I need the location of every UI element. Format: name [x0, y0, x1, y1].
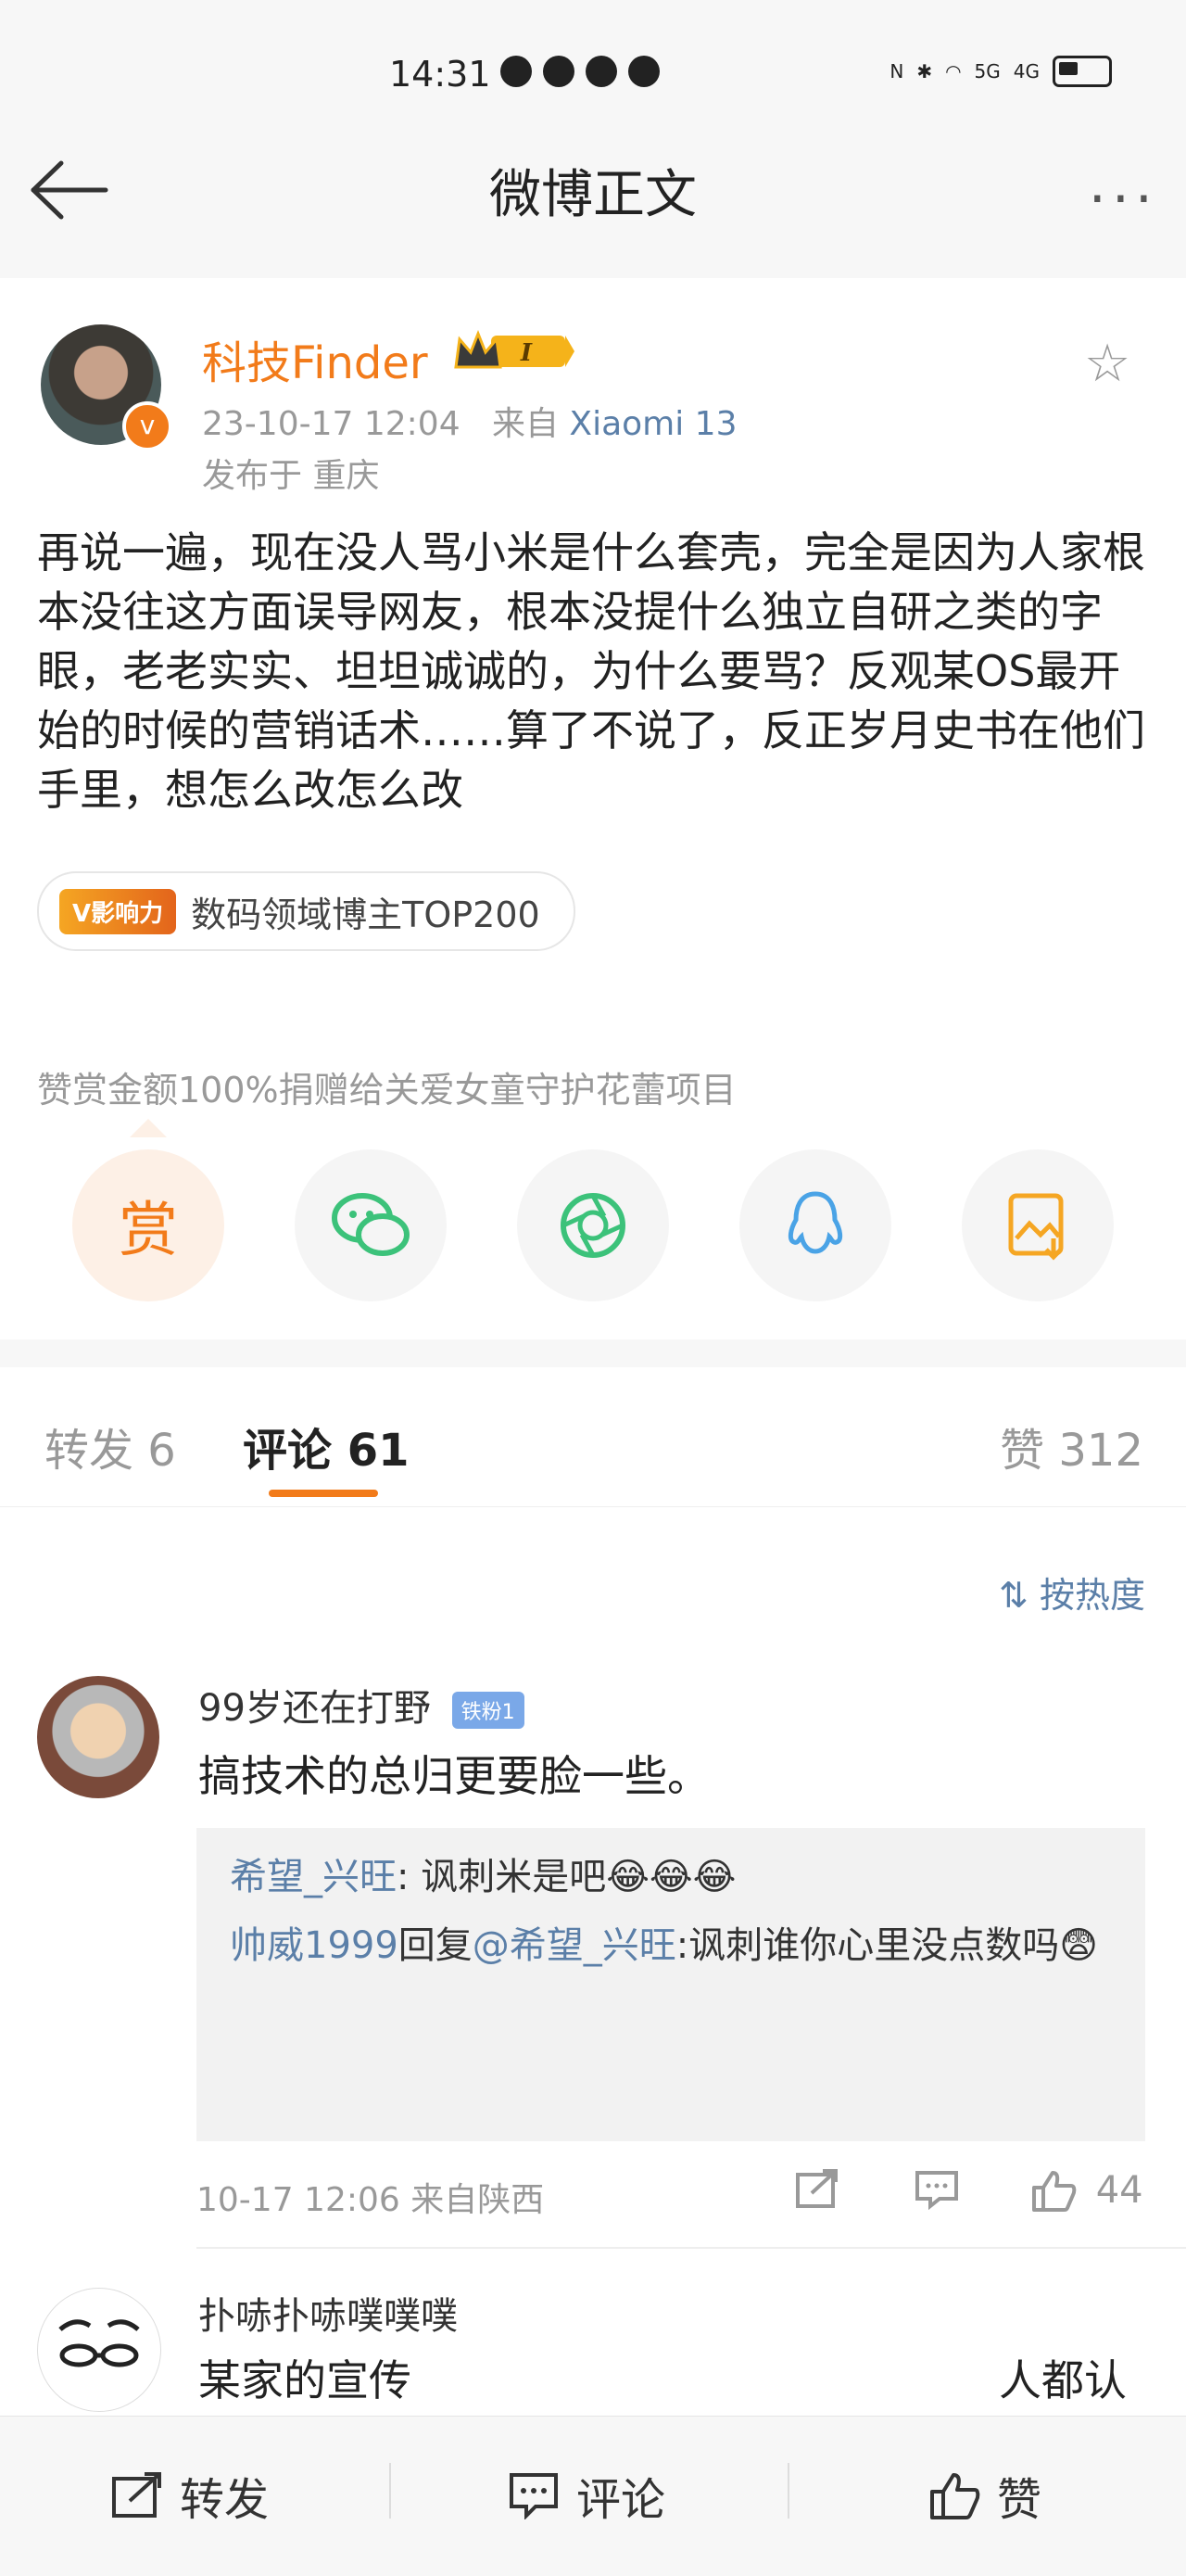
post-timestamp: 23-10-17 12:04 [202, 405, 461, 443]
donate-note: 赞赏金额100%捐赠给关爱女童守护花蕾项目 [37, 1070, 737, 1110]
comment-user-name[interactable]: 扑哧扑哧噗噗噗 [198, 2286, 458, 2340]
reply-mid: 回复 [397, 1924, 473, 1967]
thumbs-up-icon [1032, 2171, 1077, 2212]
reply-text: :讽刺谁你心里没点数吗😨 [675, 1924, 1098, 1967]
reply-user[interactable]: 帅威1999 [230, 1924, 398, 1967]
commenter-avatar[interactable] [37, 2288, 161, 2412]
active-tab-indicator [269, 1490, 378, 1497]
camera-aperture-icon [561, 1193, 625, 1258]
repost-icon [112, 2472, 161, 2518]
thumbs-up-icon [930, 2473, 980, 2519]
bluetooth-icon: ✱ [916, 60, 933, 82]
signal-5g: 5G [974, 60, 1001, 82]
share-qq-button[interactable] [739, 1149, 891, 1301]
wechat-icon [543, 56, 574, 87]
tab-likes[interactable]: 赞 312 [1000, 1414, 1143, 1478]
sort-icon: ⇅ [999, 1575, 1028, 1616]
comment-like-count: 44 [1095, 2169, 1143, 2212]
member-crown-icon: I [454, 330, 574, 369]
post-tabs: 转发 6 评论 61 赞 312 [0, 1367, 1186, 1507]
level-badge-text: I [520, 339, 533, 367]
post-meta: 23-10-17 12:04 来自 Xiaomi 13 [202, 397, 738, 445]
more-options-button[interactable]: ··· [1089, 167, 1158, 232]
comment-divider [196, 2247, 1186, 2249]
source-device[interactable]: Xiaomi 13 [569, 405, 737, 443]
post-location: 发布于 重庆 [202, 457, 380, 495]
comment-text: 搞技术的总归更要脸一些。 [198, 1751, 710, 1801]
comment-user[interactable]: 99岁还在打野 铁粉1 [198, 1678, 524, 1732]
bottom-separator [788, 2463, 789, 2519]
heart-icon [500, 56, 532, 87]
bottom-comment-label: 评论 [576, 2474, 666, 2526]
hand-icon [586, 56, 617, 87]
source-prefix: 来自 [491, 405, 559, 443]
qq-penguin-icon [788, 1191, 843, 1254]
influence-text: 数码领域博主TOP200 [191, 894, 540, 935]
sort-button[interactable]: ⇅ 按热度 [999, 1567, 1145, 1618]
bottom-separator [389, 2463, 391, 2519]
bottom-action-bar: 转发 评论 赞 [0, 2416, 1186, 2576]
comment-time: 10-17 12:06 来自陕西 [196, 2181, 545, 2219]
reply-item: 希望_兴旺: 讽刺米是吧😂😂😂 [230, 1848, 1119, 1906]
share-wechat-button[interactable] [295, 1149, 447, 1301]
tab-repost[interactable]: 转发 6 [44, 1414, 176, 1478]
bottom-repost-label: 转发 [180, 2474, 270, 2526]
status-system-icons: N ✱ ◠ 5G 4G [890, 56, 1112, 87]
comment-reply-icon[interactable] [914, 2169, 960, 2219]
reply-item: 帅威1999回复@希望_兴旺:讽刺谁你心里没点数吗😨 [230, 1917, 1119, 1974]
comment-text-end: 人都认 [999, 2355, 1127, 2405]
comment-like-button[interactable]: 44 [1030, 2169, 1143, 2221]
glasses-face-icon [58, 2319, 140, 2367]
comment-text-start: 某家的宣传 [198, 2355, 411, 2405]
reward-pointer [130, 1119, 167, 1137]
comment-user-name: 99岁还在打野 [198, 1687, 431, 1730]
reply-text: : 讽刺米是吧😂😂😂 [397, 1856, 737, 1898]
signal-4g: 4G [1013, 60, 1040, 82]
page-title: 微博正文 [489, 165, 697, 225]
verified-badge-icon: v [122, 401, 172, 451]
comment-icon [510, 2473, 558, 2519]
wifi-icon: ◠ [945, 60, 962, 82]
reply-thread[interactable]: 希望_兴旺: 讽刺米是吧😂😂😂 帅威1999回复@希望_兴旺:讽刺谁你心里没点数… [196, 1828, 1145, 2141]
reply-user[interactable]: 希望_兴旺 [230, 1856, 397, 1898]
bottom-like-button[interactable]: 赞 [928, 2463, 1041, 2528]
status-time: 14:31 [389, 54, 491, 95]
bottom-like-label: 赞 [997, 2474, 1042, 2526]
influence-badge: V影响力 [59, 888, 177, 934]
battery-icon [1053, 56, 1112, 87]
fan-badge: 铁粉1 [451, 1692, 524, 1729]
author-name[interactable]: 科技Finder [202, 326, 428, 391]
reward-button[interactable]: 赏 [72, 1149, 224, 1301]
comment-share-icon[interactable] [795, 2169, 839, 2219]
wechat-icon [332, 1193, 410, 1256]
commenter-avatar[interactable] [37, 1676, 159, 1798]
share-moments-button[interactable] [517, 1149, 669, 1301]
bottom-repost-button[interactable]: 转发 [111, 2463, 269, 2528]
chat-bubble-icon [628, 56, 660, 87]
bottom-comment-button[interactable]: 评论 [508, 2463, 665, 2528]
reply-target[interactable]: @希望_兴旺 [473, 1924, 676, 1967]
favorite-star-icon[interactable]: ☆ [1084, 334, 1130, 394]
nfc-icon: N [890, 60, 904, 82]
status-bar: 14:31 N ✱ ◠ 5G 4G [0, 0, 1186, 148]
save-image-button[interactable] [962, 1149, 1114, 1301]
post-content: 再说一遍，现在没人骂小米是什么套壳，完全是因为人家根本没往这方面误导网友，根本没… [37, 527, 1145, 815]
status-notification-icons [500, 56, 660, 87]
image-download-icon [1008, 1193, 1064, 1261]
reward-label: 赏 [119, 1197, 178, 1265]
influence-pill[interactable]: V影响力 数码领域博主TOP200 [37, 871, 575, 951]
sort-label: 按热度 [1039, 1575, 1145, 1616]
tab-comments[interactable]: 评论 61 [243, 1414, 410, 1478]
